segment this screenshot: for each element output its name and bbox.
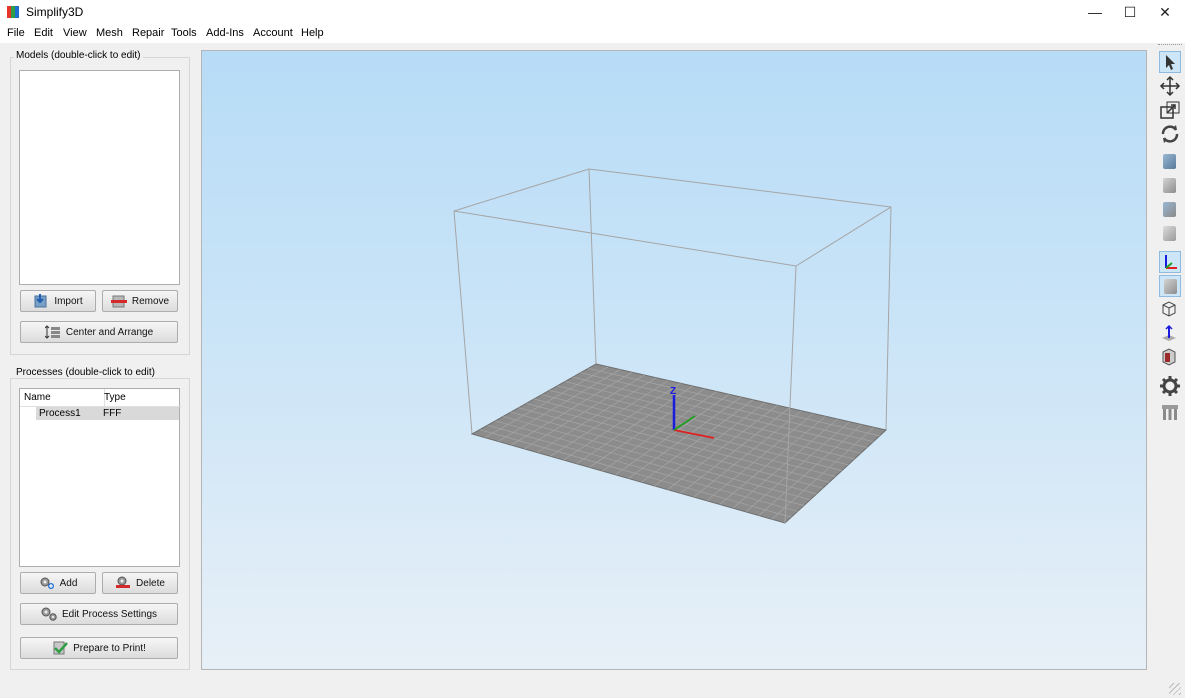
- cross-section-button[interactable]: [1159, 347, 1181, 369]
- isometric-view-cube-icon: [1163, 154, 1176, 169]
- column-header-type[interactable]: Type: [101, 389, 182, 407]
- move-arrows-icon: [1159, 75, 1181, 97]
- prepare-to-print-button[interactable]: Prepare to Print!: [20, 637, 178, 659]
- gears-icon: [41, 607, 57, 621]
- build-volume-scene: Z: [453, 168, 892, 524]
- toolbar-grip: [1158, 44, 1182, 45]
- rotate-tool-button[interactable]: [1159, 123, 1181, 145]
- center-and-arrange-button[interactable]: Center and Arrange: [20, 321, 178, 343]
- wireframe-view-button[interactable]: [1159, 299, 1181, 321]
- simplify3d-logo-icon: [7, 6, 19, 18]
- side-view-button[interactable]: [1159, 223, 1181, 245]
- menu-mesh[interactable]: Mesh: [96, 27, 123, 39]
- scale-icon: [1160, 101, 1180, 119]
- rotate-icon: [1161, 125, 1179, 143]
- models-group-title: Models (double-click to edit): [14, 50, 143, 61]
- import-label: Import: [54, 295, 83, 307]
- front-view-button[interactable]: [1159, 175, 1181, 197]
- z-axis-label: Z: [670, 386, 676, 397]
- cross-section-icon: [1162, 348, 1176, 366]
- menu-account[interactable]: Account: [253, 27, 293, 39]
- edit-process-settings-button[interactable]: Edit Process Settings: [20, 603, 178, 625]
- remove-icon: [110, 294, 127, 308]
- isometric-view-button[interactable]: [1159, 151, 1181, 173]
- add-process-button[interactable]: Add: [20, 572, 96, 594]
- show-axes-toggle[interactable]: [1159, 251, 1181, 273]
- solid-cube-icon: [1164, 279, 1177, 294]
- prepare-checkmark-icon: [52, 641, 69, 655]
- top-view-button[interactable]: [1159, 199, 1181, 221]
- menu-help[interactable]: Help: [301, 27, 324, 39]
- side-view-cube-icon: [1163, 226, 1176, 241]
- remove-label: Remove: [131, 295, 170, 307]
- table-row[interactable]: Process1 FFF: [36, 407, 179, 420]
- processes-table[interactable]: Name Type Process1 FFF: [19, 388, 182, 567]
- import-icon: [33, 294, 49, 308]
- select-tool-button[interactable]: [1159, 51, 1181, 73]
- edit-process-settings-label: Edit Process Settings: [61, 608, 158, 620]
- maximize-button[interactable]: ☐: [1112, 0, 1148, 24]
- menu-add-ins[interactable]: Add-Ins: [206, 27, 244, 39]
- normal-arrow-icon: [1162, 324, 1176, 341]
- delete-process-button[interactable]: Delete: [102, 572, 178, 594]
- solid-view-toggle[interactable]: [1159, 275, 1181, 297]
- gear-icon: [1160, 376, 1180, 396]
- add-process-label: Add: [59, 577, 78, 589]
- prepare-to-print-label: Prepare to Print!: [73, 642, 146, 654]
- scale-tool-button[interactable]: [1159, 99, 1181, 121]
- menu-tools[interactable]: Tools: [171, 27, 197, 39]
- support-structures-button[interactable]: [1159, 401, 1181, 423]
- menu-repair[interactable]: Repair: [132, 27, 164, 39]
- status-bar: [0, 678, 1185, 698]
- center-and-arrange-label: Center and Arrange: [65, 326, 154, 338]
- top-view-cube-icon: [1163, 202, 1176, 217]
- menu-bar: File Edit View Mesh Repair Tools Add-Ins…: [0, 24, 1185, 43]
- support-pillars-icon: [1162, 405, 1178, 420]
- menu-edit[interactable]: Edit: [34, 27, 53, 39]
- build-plate: [470, 363, 888, 524]
- title-bar: Simplify3D — ☐ ✕: [0, 0, 1185, 24]
- remove-button[interactable]: Remove: [102, 290, 178, 312]
- resize-grip-icon[interactable]: [1169, 683, 1181, 695]
- arrange-icon: [44, 325, 61, 339]
- process-type-cell: FFF: [103, 408, 122, 419]
- view-toolbar: [1155, 43, 1185, 698]
- processes-group-title: Processes (double-click to edit): [14, 367, 157, 378]
- import-button[interactable]: Import: [20, 290, 96, 312]
- column-header-name[interactable]: Name: [20, 389, 105, 407]
- normals-view-button[interactable]: [1159, 323, 1181, 345]
- wireframe-cube-icon: [1162, 301, 1176, 317]
- add-gear-icon: [39, 576, 55, 590]
- close-button[interactable]: ✕: [1147, 0, 1183, 24]
- 3d-viewport[interactable]: Z: [201, 50, 1147, 670]
- process-name-cell: Process1: [39, 408, 81, 419]
- minimize-button[interactable]: —: [1077, 0, 1113, 24]
- models-list[interactable]: [19, 70, 180, 285]
- menu-file[interactable]: File: [7, 27, 25, 39]
- delete-process-label: Delete: [136, 577, 165, 589]
- delete-gear-icon: [115, 576, 131, 590]
- menu-view[interactable]: View: [63, 27, 87, 39]
- axes-icon: [1165, 255, 1177, 269]
- front-view-cube-icon: [1163, 178, 1176, 193]
- move-tool-button[interactable]: [1159, 75, 1181, 97]
- window-title: Simplify3D: [26, 5, 84, 19]
- cursor-arrow-icon: [1166, 55, 1175, 70]
- settings-button[interactable]: [1159, 375, 1181, 397]
